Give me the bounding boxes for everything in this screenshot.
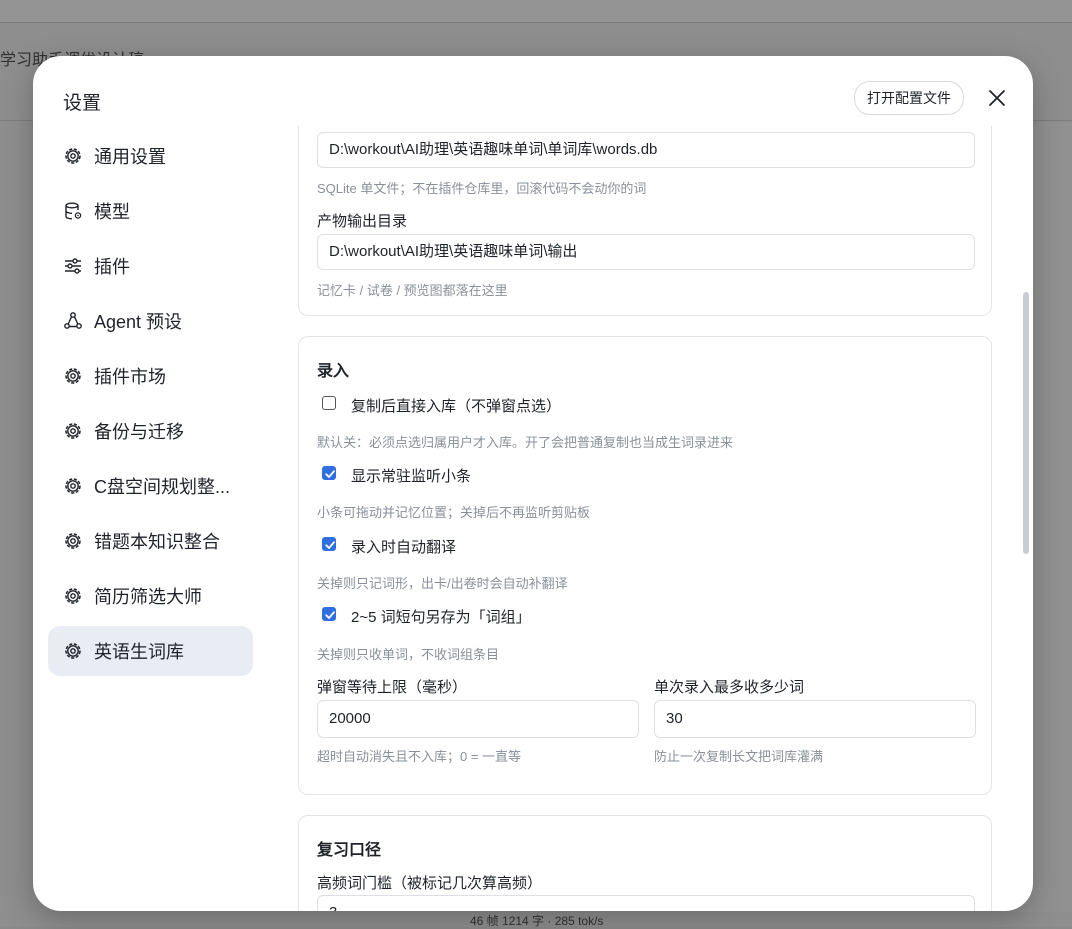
open-config-button[interactable]: 打开配置文件: [854, 81, 964, 115]
max-words-label: 单次录入最多收多少词: [654, 679, 805, 696]
gear-icon: [65, 533, 81, 549]
show-listener-bar-checkbox[interactable]: [322, 466, 336, 480]
sidebar-item-label: 插件: [94, 257, 130, 277]
sliders-icon: [65, 258, 81, 274]
output-dir-input[interactable]: D:\workout\AI助理\英语趣味单词\输出: [317, 234, 975, 270]
paths-card: D:\workout\AI助理\英语趣味单词\单词库\words.db SQLi…: [298, 126, 992, 316]
sidebar-item-label: 英语生词库: [94, 642, 184, 662]
entry-card: 录入 复制后直接入库（不弹窗点选） 默认关：必须点选归属用户才入库。开了会把普通…: [298, 336, 992, 795]
phrase-save-checkbox[interactable]: [322, 607, 336, 621]
settings-modal: 设置 打开配置文件 通用设置 模型 插件 Agent 预设 插件市场 备份与迁移…: [33, 56, 1033, 911]
auto-translate-hint: 关掉则只记词形，出卡/出卷时会自动补翻译: [317, 576, 568, 591]
sidebar-item-model[interactable]: 模型: [48, 186, 253, 236]
threshold-label: 高频词门槛（被标记几次算高频）: [317, 875, 543, 892]
content-scrollbar[interactable]: [1023, 292, 1029, 554]
sidebar-item-english-vocab[interactable]: 英语生词库: [48, 626, 253, 676]
gear-icon: [65, 368, 81, 384]
max-words-input[interactable]: 30: [654, 700, 976, 738]
show-listener-bar-label[interactable]: 显示常驻监听小条: [351, 465, 471, 486]
max-words-hint: 防止一次复制长文把词库灌满: [654, 749, 824, 764]
checkmark-icon: [325, 611, 335, 619]
direct-import-hint: 默认关：必须点选归属用户才入库。开了会把普通复制也当成生词录进来: [317, 435, 734, 450]
sidebar-item-resume[interactable]: 简历筛选大师: [48, 571, 253, 621]
sidebar-item-label: 简历筛选大师: [94, 587, 202, 607]
gear-icon: [65, 423, 81, 439]
timeout-hint: 超时自动消失且不入库；0 = 一直等: [317, 749, 522, 764]
sidebar-item-general[interactable]: 通用设置: [48, 131, 253, 181]
sidebar-item-label: 错题本知识整合: [94, 532, 220, 552]
modal-title: 设置: [63, 93, 102, 114]
close-button[interactable]: [985, 86, 1009, 110]
settings-content[interactable]: D:\workout\AI助理\英语趣味单词\单词库\words.db SQLi…: [298, 126, 994, 911]
sidebar-item-c-drive[interactable]: C盘空间规划整...: [48, 461, 253, 511]
output-dir-label: 产物输出目录: [317, 213, 408, 230]
phrase-save-hint: 关掉则只收单词，不收词组条目: [317, 647, 500, 662]
db-path-hint: SQLite 单文件；不在插件仓库里，回滚代码不会动你的词: [317, 181, 647, 196]
sidebar-item-plugins[interactable]: 插件: [48, 241, 253, 291]
sidebar-item-agent-presets[interactable]: Agent 预设: [48, 296, 253, 346]
timeout-label: 弹窗等待上限（毫秒）: [317, 679, 468, 696]
auto-translate-label[interactable]: 录入时自动翻译: [351, 536, 456, 557]
agent-icon: [64, 312, 82, 329]
checkmark-icon: [325, 470, 335, 478]
database-icon: [65, 202, 82, 220]
direct-import-checkbox[interactable]: [322, 396, 336, 410]
review-card: 复习口径 高频词门槛（被标记几次算高频） 3: [298, 815, 992, 911]
phrase-save-label[interactable]: 2~5 词短句另存为「词组」: [351, 606, 531, 627]
checkmark-icon: [325, 541, 335, 549]
sidebar-item-label: Agent 预设: [94, 312, 183, 332]
timeout-input[interactable]: 20000: [317, 700, 639, 738]
auto-translate-checkbox[interactable]: [322, 537, 336, 551]
review-section-title: 复习口径: [317, 842, 382, 859]
sidebar-item-label: 插件市场: [94, 367, 166, 387]
gear-icon: [65, 643, 81, 659]
gear-icon: [65, 148, 81, 164]
sidebar-item-mistake-book[interactable]: 错题本知识整合: [48, 516, 253, 566]
direct-import-label[interactable]: 复制后直接入库（不弹窗点选）: [351, 395, 561, 416]
entry-section-title: 录入: [317, 363, 350, 380]
sidebar-item-plugin-market[interactable]: 插件市场: [48, 351, 253, 401]
sidebar-item-label: 通用设置: [94, 147, 166, 167]
gear-icon: [65, 478, 81, 494]
show-listener-bar-hint: 小条可拖动并记忆位置；关掉后不再监听剪贴板: [317, 505, 591, 520]
sidebar-item-label: 模型: [94, 202, 130, 222]
sidebar-item-label: 备份与迁移: [94, 422, 184, 442]
sidebar-item-backup[interactable]: 备份与迁移: [48, 406, 253, 456]
close-icon: [989, 90, 1005, 106]
gear-icon: [65, 588, 81, 604]
db-path-input[interactable]: D:\workout\AI助理\英语趣味单词\单词库\words.db: [317, 132, 975, 168]
sidebar-item-label: C盘空间规划整...: [94, 477, 231, 497]
settings-sidebar: 通用设置 模型 插件 Agent 预设 插件市场 备份与迁移 C盘空间规划整..…: [48, 131, 253, 681]
output-dir-hint: 记忆卡 / 试卷 / 预览图都落在这里: [317, 283, 508, 298]
threshold-input[interactable]: 3: [317, 895, 975, 911]
